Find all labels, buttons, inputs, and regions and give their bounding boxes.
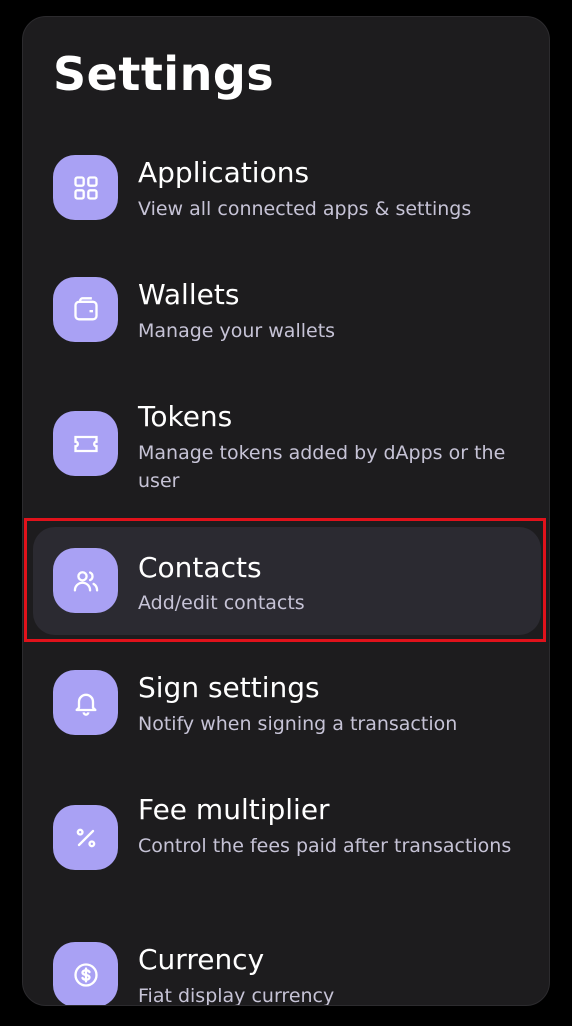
dollar-coin-icon	[53, 942, 118, 1005]
item-subtitle: Control the fees paid after transactions	[138, 835, 512, 857]
settings-item-tokens[interactable]: Tokens Manage tokens added by dApps or t…	[33, 379, 541, 509]
item-title: Contacts	[138, 551, 262, 584]
wallet-icon	[53, 277, 118, 342]
item-title: Fee multiplier	[138, 793, 330, 826]
settings-item-contacts[interactable]: Contacts Add/edit contacts	[33, 527, 541, 635]
settings-item-fee-multiplier[interactable]: Fee multiplier Control the fees paid aft…	[33, 772, 541, 902]
settings-item-applications[interactable]: Applications View all connected apps & s…	[33, 135, 541, 240]
grid-icon	[53, 155, 118, 220]
item-title: Applications	[138, 156, 310, 189]
item-subtitle: Fiat display currency	[138, 985, 335, 1006]
settings-item-wallets[interactable]: Wallets Manage your wallets	[33, 257, 541, 362]
settings-panel: Settings Applications View all connected…	[22, 16, 550, 1006]
item-subtitle: Add/edit contacts	[138, 592, 305, 614]
item-title: Wallets	[138, 278, 240, 311]
bell-icon	[53, 670, 118, 735]
item-title: Tokens	[138, 400, 233, 433]
item-title: Sign settings	[138, 671, 320, 704]
item-subtitle: Manage tokens added by dApps or the user	[138, 442, 506, 492]
item-title: Currency	[138, 943, 265, 976]
item-subtitle: Notify when signing a transaction	[138, 713, 458, 735]
settings-item-sign-settings[interactable]: Sign settings Notify when signing a tran…	[33, 650, 541, 755]
ticket-icon	[53, 411, 118, 476]
users-icon	[53, 548, 118, 613]
page-title: Settings	[53, 47, 275, 101]
settings-item-currency[interactable]: Currency Fiat display currency	[33, 922, 541, 1006]
item-subtitle: View all connected apps & settings	[138, 198, 472, 220]
item-subtitle: Manage your wallets	[138, 320, 336, 342]
percent-icon	[53, 805, 118, 870]
